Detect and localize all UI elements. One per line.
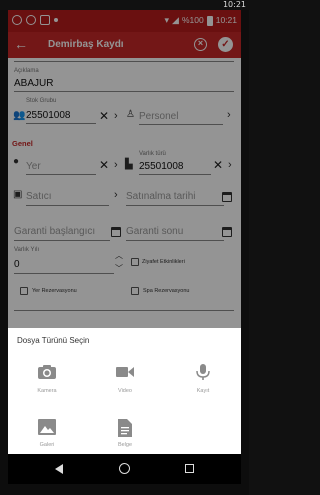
back-icon[interactable] (55, 464, 63, 474)
sheet-title: Dosya Türünü Seçin (17, 336, 90, 345)
device-frame: 10:21 ▾ ◢ %100 10:21 ← Demirbaş Kaydı × (0, 0, 249, 495)
modal-scrim[interactable] (8, 10, 241, 328)
option-document[interactable]: Belge (100, 418, 150, 448)
option-audio-record[interactable]: Kayıt (178, 364, 228, 394)
navigation-bar (8, 454, 241, 484)
option-video[interactable]: Video (100, 364, 150, 394)
microphone-icon (196, 364, 210, 380)
option-gallery[interactable]: Galeri (22, 418, 72, 448)
overlay-time: 10:21 (222, 0, 246, 9)
option-label: Belge (117, 442, 133, 448)
option-label: Kamera (37, 388, 57, 394)
option-label: Kayıt (196, 388, 210, 394)
overlay-top-bar: 10:21 (0, 0, 249, 10)
home-icon[interactable] (119, 463, 130, 474)
option-camera[interactable]: Kamera (22, 364, 72, 394)
file-type-sheet: Dosya Türünü Seçin Kamera Video Kayıt Ga… (8, 328, 241, 454)
video-icon (116, 367, 134, 377)
document-icon (118, 419, 132, 437)
option-label: Video (118, 388, 132, 394)
phone-screen: ▾ ◢ %100 10:21 ← Demirbaş Kaydı × ✓ Açık… (8, 10, 241, 484)
recents-icon[interactable] (185, 464, 194, 473)
camera-icon (38, 365, 56, 379)
option-label: Galeri (39, 442, 55, 448)
image-icon (38, 419, 56, 435)
